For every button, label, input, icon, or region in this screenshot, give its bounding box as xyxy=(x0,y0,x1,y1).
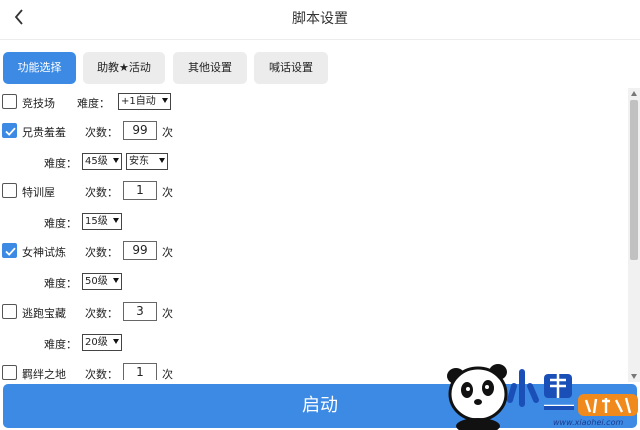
difficulty-select[interactable]: 45级 xyxy=(82,153,122,170)
select-value: +1自动 xyxy=(121,96,156,107)
dropdown-arrow-icon xyxy=(113,218,119,223)
list-item-options: 难度： 20级 xyxy=(0,333,628,355)
count-unit: 次 xyxy=(162,368,173,380)
list-item: 竞技场 难度： +1自动 xyxy=(0,92,628,114)
checkbox[interactable] xyxy=(2,123,17,138)
count-unit: 次 xyxy=(162,307,173,320)
scroll-up-arrow-icon[interactable] xyxy=(631,91,637,96)
dropdown-arrow-icon xyxy=(113,339,119,344)
vertical-scrollbar[interactable] xyxy=(628,88,640,382)
item-name: 兄贵羞羞 xyxy=(22,126,66,139)
difficulty-select[interactable]: 15级 xyxy=(82,213,122,230)
tab-other-settings[interactable]: 其他设置 xyxy=(173,52,247,84)
difficulty-label: 难度： xyxy=(44,277,77,290)
list-item: 兄贵羞羞 次数： 99 次 xyxy=(0,121,628,143)
watermark-logo: www.xiaohei.com xyxy=(440,356,640,430)
tab-feature-select[interactable]: 功能选择 xyxy=(3,52,76,84)
difficulty-label: 难度： xyxy=(77,97,110,110)
difficulty-select[interactable]: 20级 xyxy=(82,334,122,351)
count-label: 次数： xyxy=(85,186,118,199)
checkbox[interactable] xyxy=(2,304,17,319)
list-item: 女神试炼 次数： 99 次 xyxy=(0,241,628,263)
item-name: 竞技场 xyxy=(22,97,55,110)
select-value: 45级 xyxy=(85,156,108,167)
select-value: 15级 xyxy=(85,216,108,227)
checkbox[interactable] xyxy=(2,94,17,109)
list-item: 特训屋 次数： 1 次 xyxy=(0,181,628,203)
dropdown-arrow-icon xyxy=(162,98,168,103)
count-input[interactable]: 99 xyxy=(123,241,157,260)
scrollbar-thumb[interactable] xyxy=(630,100,638,260)
item-name: 女神试炼 xyxy=(22,246,66,259)
list-item: 逃跑宝藏 次数： 3 次 xyxy=(0,302,628,324)
difficulty-label: 难度： xyxy=(44,217,77,230)
count-unit: 次 xyxy=(162,246,173,259)
item-name: 特训屋 xyxy=(22,186,55,199)
select-value: 安东 xyxy=(129,156,149,167)
checkbox[interactable] xyxy=(2,183,17,198)
difficulty-select[interactable]: 50级 xyxy=(82,273,122,290)
dropdown-arrow-icon xyxy=(113,158,119,163)
top-bar: 脚本设置 xyxy=(0,0,640,40)
item-name: 逃跑宝藏 xyxy=(22,307,66,320)
count-input[interactable]: 1 xyxy=(123,181,157,200)
dropdown-arrow-icon xyxy=(113,278,119,283)
list-item-options: 难度： 50级 xyxy=(0,272,628,294)
count-unit: 次 xyxy=(162,186,173,199)
list-item-options: 难度： 45级 安东 xyxy=(0,152,628,174)
feature-list: 竞技场 难度： +1自动 兄贵羞羞 次数： 99 次 难度： 45级 安东 特训… xyxy=(0,90,628,380)
select-value: 20级 xyxy=(85,337,108,348)
checkbox[interactable] xyxy=(2,243,17,258)
count-label: 次数： xyxy=(85,126,118,139)
item-name: 羁绊之地 xyxy=(22,368,66,380)
dropdown-arrow-icon xyxy=(159,158,165,163)
character-select[interactable]: 安东 xyxy=(126,153,168,170)
checkbox[interactable] xyxy=(2,365,17,380)
difficulty-select[interactable]: +1自动 xyxy=(118,93,171,110)
select-value: 50级 xyxy=(85,276,108,287)
tab-assistant-event[interactable]: 助教★活动 xyxy=(83,52,165,84)
count-label: 次数： xyxy=(85,368,118,380)
tab-shout-settings[interactable]: 喊话设置 xyxy=(254,52,328,84)
count-input[interactable]: 3 xyxy=(123,302,157,321)
list-item-options: 难度： 15级 xyxy=(0,212,628,234)
count-input[interactable]: 99 xyxy=(123,121,157,140)
count-unit: 次 xyxy=(162,126,173,139)
count-label: 次数： xyxy=(85,307,118,320)
difficulty-label: 难度： xyxy=(44,338,77,351)
count-input[interactable]: 1 xyxy=(123,363,157,380)
checkmark-icon xyxy=(5,127,16,136)
checkmark-icon xyxy=(5,247,16,256)
page-title: 脚本设置 xyxy=(292,11,348,27)
count-label: 次数： xyxy=(85,246,118,259)
difficulty-label: 难度： xyxy=(44,157,77,170)
watermark-url: www.xiaohei.com xyxy=(553,418,624,427)
